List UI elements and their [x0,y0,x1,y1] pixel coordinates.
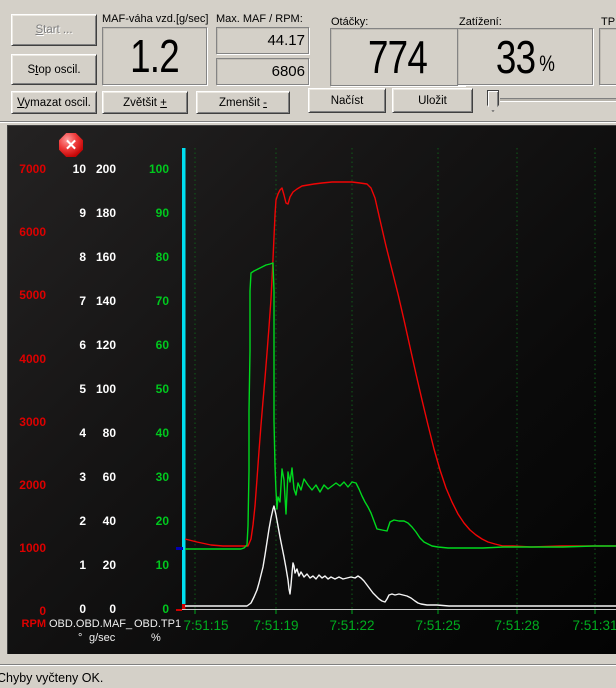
y-tick-col3: 90 [8,206,169,220]
clear-oscilloscope-button[interactable]: Vymazat oscil. [11,91,97,114]
level-marker [176,547,183,550]
tp-channel-name: OBD.TP1 [134,618,181,630]
load-button[interactable]: Načíst [308,88,386,113]
y-tick-col3: 70 [8,294,169,308]
y-tick-col3: 0 [8,602,169,616]
status-text: Chyby vyčteny OK. [0,671,103,685]
rpm-axis-name: RPM [11,618,46,630]
status-bar: Chyby vyčteny OK. [0,667,616,688]
app-window: Start ... Stop oscil. Vymazat oscil. Zvě… [0,0,616,688]
zoom-in-button[interactable]: Zvětšit + [102,91,188,114]
max-rpm-value: 6806 [217,59,308,84]
close-button[interactable]: ✕ [59,133,83,157]
engine-load-value: 33% [471,29,578,84]
rpm-readout: 774 [330,28,465,86]
close-icon: ✕ [65,138,78,153]
y-tick-col3: 80 [8,250,169,264]
maf-readout: 1.2 [102,27,207,85]
maf-channel-name: OBD.OBD.MAF_ [49,618,132,630]
zoom-out-button[interactable]: Zmenšit - [196,91,290,114]
y-tick-col0: 4000 [8,352,46,366]
x-axis-origin-mark [176,609,182,611]
y-tick-col3: 30 [8,470,169,484]
x-tick-time: 7:51:22 [329,618,374,633]
tp-readout [599,28,616,85]
y-tick-col0: 1000 [8,541,46,555]
y-tick-col3: 40 [8,426,169,440]
maf-label: MAF-váha vzd.[g/sec] [102,13,208,25]
max-rpm-readout: 6806 [216,58,309,85]
y-tick-col3: 100 [8,162,169,176]
y-tick-col3: 50 [8,382,169,396]
y-tick-col3: 20 [8,514,169,528]
engine-load-label: Zatížení: [459,16,502,28]
y-tick-col0: 6000 [8,225,46,239]
slider-track[interactable] [500,98,616,102]
max-maf-readout: 44.17 [216,27,309,54]
toolbar: Start ... Stop oscil. Vymazat oscil. Zvě… [0,0,616,122]
maf-unit: g/sec [89,632,115,644]
x-tick-time: 7:51:25 [415,618,460,633]
stop-oscilloscope-button[interactable]: Stop oscil. [11,54,97,85]
tp-unit: % [151,632,161,644]
status-divider [0,664,616,666]
maf-value: 1.2 [113,28,195,84]
tp-label: TP [601,16,615,28]
save-button[interactable]: Uložit [392,88,473,113]
max-maf-rpm-label: Max. MAF / RPM: [216,13,303,25]
y-tick-col3: 10 [8,558,169,572]
x-tick-time: 7:51:15 [183,618,228,633]
start-button[interactable]: Start ... [11,14,97,46]
channel1-unit: ° [78,632,82,644]
rpm-value: 774 [344,29,450,85]
slider-thumb[interactable] [487,90,499,112]
engine-load-readout: 33% [457,28,593,85]
x-tick-time: 7:51:31 [572,618,616,633]
y-tick-col3: 60 [8,338,169,352]
rpm-label: Otáčky: [331,16,368,28]
oscilloscope-panel: ✕ 70006000500040003000200010000109876543… [7,125,616,654]
cursor-bar-tip [182,604,186,609]
cursor-bar[interactable] [182,148,186,604]
x-tick-time: 7:51:19 [253,618,298,633]
x-tick-time: 7:51:28 [494,618,539,633]
max-maf-value: 44.17 [217,28,308,53]
